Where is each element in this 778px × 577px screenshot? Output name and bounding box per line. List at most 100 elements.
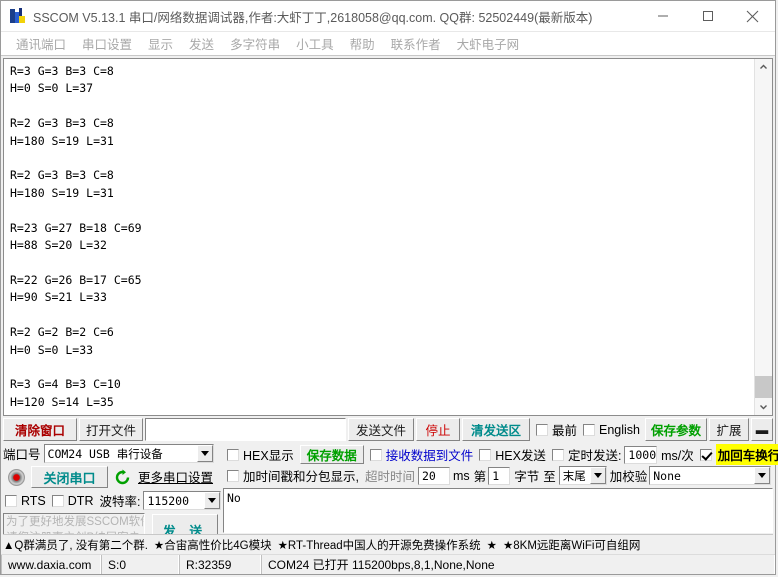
menu-item-daxia-electronics[interactable]: 大虾电子网: [449, 32, 528, 55]
timeout-label: 超时时间: [364, 470, 415, 484]
open-file-button[interactable]: 打开文件: [79, 418, 143, 441]
checkbox-icon[interactable]: [227, 448, 239, 461]
hex-display-checkbox[interactable]: HEX显示: [227, 445, 294, 464]
checkbox-icon[interactable]: [227, 469, 239, 482]
clear-window-button[interactable]: 清除窗口: [3, 418, 77, 441]
window-title: SSCOM V5.13.1 串口/网络数据调试器,作者:大虾丁丁,2618058…: [33, 10, 593, 25]
timed-send-checkbox[interactable]: 定时发送:: [551, 445, 621, 464]
menu-item-serial-settings[interactable]: 串口设置: [74, 32, 140, 55]
file-path-input[interactable]: [145, 418, 346, 441]
status-received-count: R:32359: [179, 555, 261, 574]
scrollbar-thumb[interactable]: [755, 376, 772, 398]
topmost-label: 最前: [551, 424, 577, 438]
title-bar: SSCOM V5.13.1 串口/网络数据调试器,作者:大虾丁丁,2618058…: [1, 1, 775, 32]
checkbox-icon[interactable]: [583, 423, 595, 436]
maximize-button[interactable]: [685, 1, 730, 31]
ad-item-2[interactable]: ★合宙高性价比4G模块: [154, 537, 272, 553]
checkbox-icon[interactable]: [551, 448, 564, 461]
baud-select[interactable]: 115200: [143, 491, 221, 510]
nth-byte-input[interactable]: 1: [488, 466, 511, 485]
chevron-down-icon[interactable]: [589, 467, 606, 484]
ms-per-label: ms/次: [661, 449, 694, 463]
scroll-up-icon[interactable]: [755, 59, 772, 76]
menu-bar: 通讯端口 串口设置 显示 发送 多字符串 小工具 帮助 联系作者 大虾电子网: [1, 32, 775, 56]
checkbox-icon[interactable]: [535, 423, 548, 436]
english-label: English: [599, 422, 640, 437]
ad-item-5[interactable]: ★8KM远距离WiFi可自组网: [503, 537, 640, 553]
recv-to-file-checkbox[interactable]: 接收数据到文件: [369, 445, 474, 464]
topmost-checkbox[interactable]: 最前: [535, 418, 577, 441]
ad-item-4[interactable]: ★: [487, 538, 497, 552]
save-data-button[interactable]: 保存数据: [299, 445, 364, 464]
save-parameters-button[interactable]: 保存参数: [645, 418, 707, 441]
chevron-down-icon[interactable]: [754, 467, 770, 484]
checksum-select[interactable]: None: [649, 466, 771, 485]
byte-label: 字节: [514, 470, 540, 484]
checkbox-icon[interactable]: [5, 494, 17, 507]
receive-text-content[interactable]: R=3 G=3 B=3 C=8 H=0 S=0 L=37 R=2 G=3 B=3…: [4, 59, 754, 415]
english-checkbox[interactable]: English: [583, 418, 640, 441]
refresh-ports-icon[interactable]: [114, 467, 132, 487]
crlf-checkbox[interactable]: 加回车换行: [699, 444, 778, 465]
tail-select[interactable]: 末尾: [558, 466, 607, 485]
port-select[interactable]: COM24 USB 串行设备: [43, 444, 214, 463]
ad-item-3[interactable]: ★RT-Thread中国人的开源免费操作系统: [278, 537, 481, 553]
ms-unit-label: ms: [453, 468, 470, 483]
action-toolbar: 清除窗口 打开文件 发送文件 停止 清发送区 最前 English 保存参数 扩…: [3, 418, 773, 441]
timed-send-interval-input[interactable]: 1000: [624, 445, 658, 464]
menu-item-display[interactable]: 显示: [140, 32, 181, 55]
flow-control-row: RTS DTR 波特率: 115200: [3, 491, 221, 510]
window-controls: [640, 1, 775, 31]
recv-to-file-label: 接收数据到文件: [385, 449, 474, 463]
menu-item-multi-string[interactable]: 多字符串: [222, 32, 288, 55]
sscom-window: SSCOM V5.13.1 串口/网络数据调试器,作者:大虾丁丁,2618058…: [0, 0, 778, 575]
menu-item-send[interactable]: 发送: [181, 32, 222, 55]
options-panel: HEX显示 保存数据 接收数据到文件 HEX发送 定时发送: 1000 ms/次: [221, 444, 778, 533]
timestamp-label: 加时间戳和分包显示,: [243, 470, 359, 484]
menu-item-help[interactable]: 帮助: [342, 32, 383, 55]
send-file-button[interactable]: 发送文件: [347, 418, 414, 441]
port-status-led-icon: [8, 468, 25, 486]
receive-area[interactable]: R=3 G=3 B=3 C=8 H=0 S=0 L=37 R=2 G=3 B=3…: [3, 58, 773, 416]
chevron-down-icon[interactable]: [204, 492, 220, 509]
close-button[interactable]: [730, 1, 775, 31]
port-label: 端口号: [3, 448, 41, 462]
options-row-2: 加时间戳和分包显示, 超时时间 20 ms 第 1 字节 至 末尾 加校验 No…: [221, 465, 773, 486]
chevron-down-icon[interactable]: [196, 445, 213, 462]
tail-select-value: 末尾: [562, 468, 586, 483]
timestamp-checkbox[interactable]: 加时间戳和分包显示,: [227, 466, 359, 485]
checkbox-icon[interactable]: [51, 494, 64, 507]
receive-scrollbar[interactable]: [754, 59, 772, 415]
crlf-label: 加回车换行: [715, 444, 778, 465]
hex-send-label: HEX发送: [495, 449, 546, 463]
more-serial-settings-link[interactable]: 更多串口设置: [138, 467, 221, 487]
port-row: 端口号 COM24 USB 串行设备: [3, 444, 221, 463]
close-port-button[interactable]: 关闭串口: [31, 466, 108, 488]
checkbox-icon[interactable]: [479, 448, 492, 461]
rts-checkbox[interactable]: RTS: [5, 494, 46, 508]
stop-button[interactable]: 停止: [415, 418, 460, 441]
hex-display-label: HEX显示: [243, 449, 294, 463]
minimize-button[interactable]: [640, 1, 685, 31]
dtr-checkbox[interactable]: DTR: [51, 494, 93, 508]
checkbox-icon[interactable]: [699, 448, 712, 461]
scrollbar-track[interactable]: [755, 76, 772, 398]
timeout-input[interactable]: 20: [418, 466, 450, 485]
send-text-area[interactable]: No: [223, 488, 773, 533]
options-row-1: HEX显示 保存数据 接收数据到文件 HEX发送 定时发送: 1000 ms/次: [221, 444, 778, 465]
status-website[interactable]: www.daxia.com: [1, 555, 101, 574]
scroll-down-icon[interactable]: [755, 398, 772, 415]
ad-item-1[interactable]: ▲Q群满员了, 没有第二个群.: [3, 537, 148, 553]
expand-button[interactable]: 扩展: [709, 418, 749, 441]
collapse-button[interactable]: ▬: [751, 418, 773, 441]
status-bar: www.daxia.com S:0 R:32359 COM24 已打开 1152…: [1, 554, 775, 574]
baud-label: 波特率:: [99, 495, 141, 509]
menu-item-contact-author[interactable]: 联系作者: [383, 32, 449, 55]
menu-item-comm-port[interactable]: 通讯端口: [8, 32, 74, 55]
advertisement-bar: ▲Q群满员了, 没有第二个群. ★合宙高性价比4G模块 ★RT-Thread中国…: [3, 534, 773, 554]
checkbox-icon[interactable]: [369, 448, 382, 461]
menu-item-tools[interactable]: 小工具: [288, 32, 342, 55]
clear-send-area-button[interactable]: 清发送区: [461, 418, 530, 441]
hex-send-checkbox[interactable]: HEX发送: [479, 445, 546, 464]
nth-label: 第: [473, 470, 487, 484]
